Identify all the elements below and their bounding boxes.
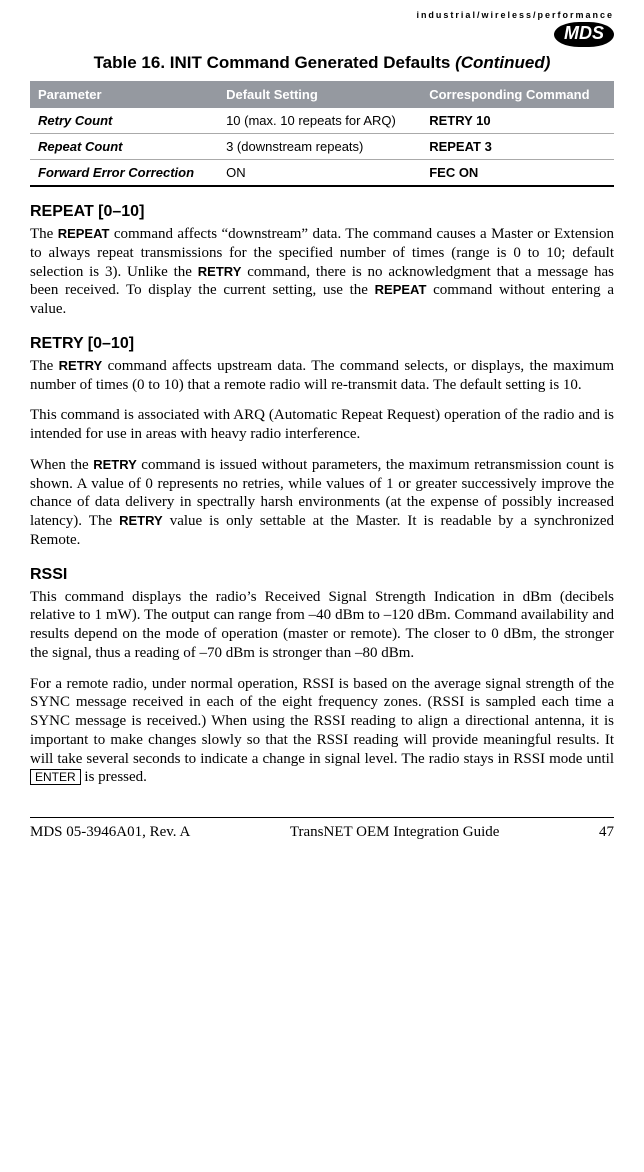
text: The: [30, 226, 58, 242]
heading-repeat: REPEAT [0–10]: [30, 203, 614, 221]
table-row: Repeat Count 3 (downstream repeats) REPE…: [30, 134, 614, 160]
page-footer: MDS 05-3946A01, Rev. A TransNET OEM Inte…: [30, 824, 614, 841]
cell-command: FEC ON: [421, 160, 614, 187]
text: is pressed.: [81, 769, 147, 785]
cell-param: Repeat Count: [30, 134, 218, 160]
heading-retry: RETRY [0–10]: [30, 335, 614, 353]
text: command affects upstream data. The comma…: [30, 358, 614, 393]
cell-param: Forward Error Correction: [30, 160, 218, 187]
inline-command: RETRY: [198, 264, 242, 279]
header-tagline: industrial/wireless/performance: [30, 10, 614, 20]
cell-default: 3 (downstream repeats): [218, 134, 421, 160]
footer-pagenum: 47: [599, 824, 614, 841]
cell-command: REPEAT 3: [421, 134, 614, 160]
text: When the: [30, 457, 93, 473]
table-row: Forward Error Correction ON FEC ON: [30, 160, 614, 187]
th-command: Corresponding Command: [421, 81, 614, 108]
text: The: [30, 358, 59, 374]
table-caption-continued: (Continued): [455, 53, 550, 72]
table-row: Retry Count 10 (max. 10 repeats for ARQ)…: [30, 108, 614, 134]
cell-default: ON: [218, 160, 421, 187]
mds-logo: MDS: [554, 22, 614, 47]
cell-default: 10 (max. 10 repeats for ARQ): [218, 108, 421, 134]
paragraph-retry-3: When the RETRY command is issued without…: [30, 456, 614, 550]
logo-container: MDS: [30, 22, 614, 47]
text: For a remote radio, under normal operati…: [30, 676, 614, 767]
inline-command: RETRY: [59, 358, 103, 373]
inline-command: RETRY: [93, 457, 137, 472]
footer-title: TransNET OEM Integration Guide: [290, 824, 500, 841]
footer-rule: [30, 817, 614, 824]
defaults-table: Parameter Default Setting Corresponding …: [30, 81, 614, 187]
paragraph-rssi-1: This command displays the radio’s Receiv…: [30, 588, 614, 663]
table-caption-main: Table 16. INIT Command Generated Default…: [94, 53, 456, 72]
page-container: industrial/wireless/performance MDS Tabl…: [0, 0, 644, 861]
paragraph-rssi-2: For a remote radio, under normal operati…: [30, 675, 614, 788]
table-caption: Table 16. INIT Command Generated Default…: [30, 53, 614, 73]
cell-param: Retry Count: [30, 108, 218, 134]
th-parameter: Parameter: [30, 81, 218, 108]
heading-rssi: RSSI: [30, 566, 614, 584]
footer-docnum: MDS 05-3946A01, Rev. A: [30, 824, 190, 841]
table-header-row: Parameter Default Setting Corresponding …: [30, 81, 614, 108]
th-default: Default Setting: [218, 81, 421, 108]
inline-command: REPEAT: [375, 282, 427, 297]
inline-command: REPEAT: [58, 226, 110, 241]
inline-command: RETRY: [119, 513, 163, 528]
paragraph-retry-1: The RETRY command affects upstream data.…: [30, 357, 614, 395]
paragraph-retry-2: This command is associated with ARQ (Aut…: [30, 406, 614, 444]
keycap-enter: ENTER: [30, 769, 81, 785]
cell-command: RETRY 10: [421, 108, 614, 134]
paragraph-repeat: The REPEAT command affects “downstream” …: [30, 225, 614, 319]
